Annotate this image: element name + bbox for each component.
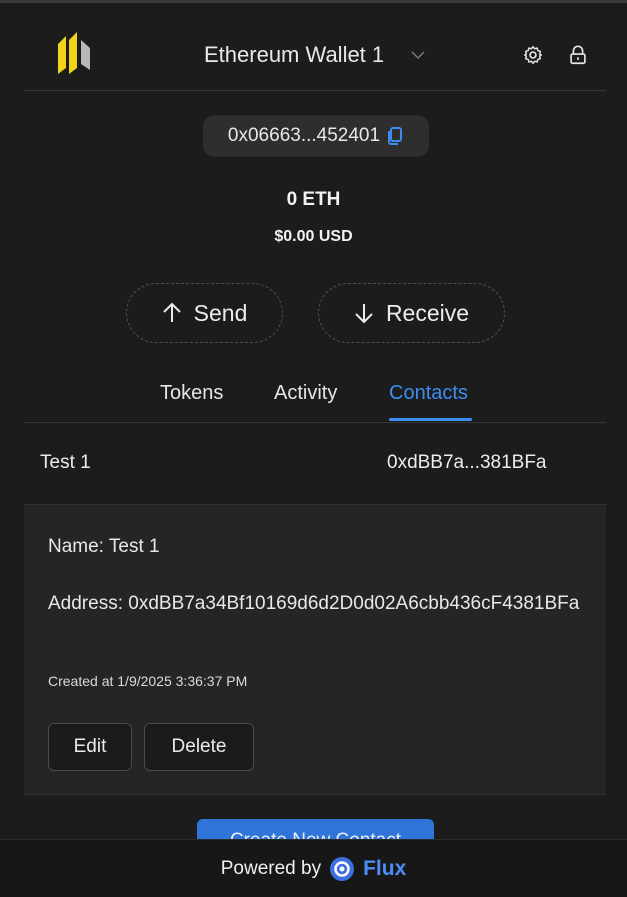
contact-address: 0xdBB7a...381BFa bbox=[387, 452, 547, 473]
gear-icon[interactable] bbox=[522, 44, 544, 66]
powered-by-text: Powered by bbox=[220, 857, 322, 879]
flux-logo-icon bbox=[330, 856, 355, 881]
send-label: Send bbox=[193, 299, 248, 326]
arrow-up-icon bbox=[162, 302, 181, 322]
detail-created-at: Created at 1/9/2025 3:36:37 PM bbox=[48, 673, 248, 689]
header: Ethereum Wallet 1 bbox=[24, 22, 606, 91]
active-tab-indicator bbox=[389, 418, 472, 421]
footer: Powered by Flux bbox=[0, 839, 627, 897]
edit-button[interactable]: Edit bbox=[48, 723, 132, 771]
window-top-border bbox=[0, 0, 627, 3]
account-address: 0x06663...452401 bbox=[227, 125, 381, 146]
wallet-selector[interactable]: Ethereum Wallet 1 bbox=[204, 42, 426, 68]
wallet-name: Ethereum Wallet 1 bbox=[204, 42, 385, 67]
lock-icon[interactable] bbox=[567, 44, 589, 66]
arrow-down-icon bbox=[355, 304, 373, 324]
tab-tokens[interactable]: Tokens bbox=[160, 382, 223, 405]
tab-bar: Tokens Activity Contacts bbox=[24, 378, 606, 423]
detail-name: Name: Test 1 bbox=[48, 536, 160, 557]
receive-label: Receive bbox=[385, 299, 470, 326]
detail-address: Address: 0xdBB7a34Bf10169d6d2D0d02A6cbb4… bbox=[48, 593, 580, 614]
contact-name: Test 1 bbox=[40, 452, 91, 473]
receive-button[interactable]: Receive bbox=[318, 283, 505, 343]
copy-icon[interactable] bbox=[386, 126, 404, 146]
contact-details-panel: Name: Test 1 Address: 0xdBB7a34Bf10169d6… bbox=[24, 504, 606, 795]
edit-label: Edit bbox=[73, 736, 107, 757]
contact-list-item[interactable]: Test 1 0xdBB7a...381BFa bbox=[24, 422, 606, 504]
balance-eth: 0 ETH bbox=[286, 189, 341, 210]
delete-label: Delete bbox=[171, 736, 227, 757]
account-address-pill[interactable]: 0x06663...452401 bbox=[203, 115, 429, 157]
app-logo-icon bbox=[58, 32, 90, 74]
delete-button[interactable]: Delete bbox=[144, 723, 254, 771]
tab-contacts[interactable]: Contacts bbox=[389, 382, 468, 405]
tab-activity[interactable]: Activity bbox=[274, 382, 337, 405]
flux-brand: Flux bbox=[363, 856, 407, 880]
balance-usd: $0.00 USD bbox=[274, 228, 353, 245]
chevron-down-icon bbox=[411, 51, 425, 60]
send-button[interactable]: Send bbox=[126, 283, 283, 343]
